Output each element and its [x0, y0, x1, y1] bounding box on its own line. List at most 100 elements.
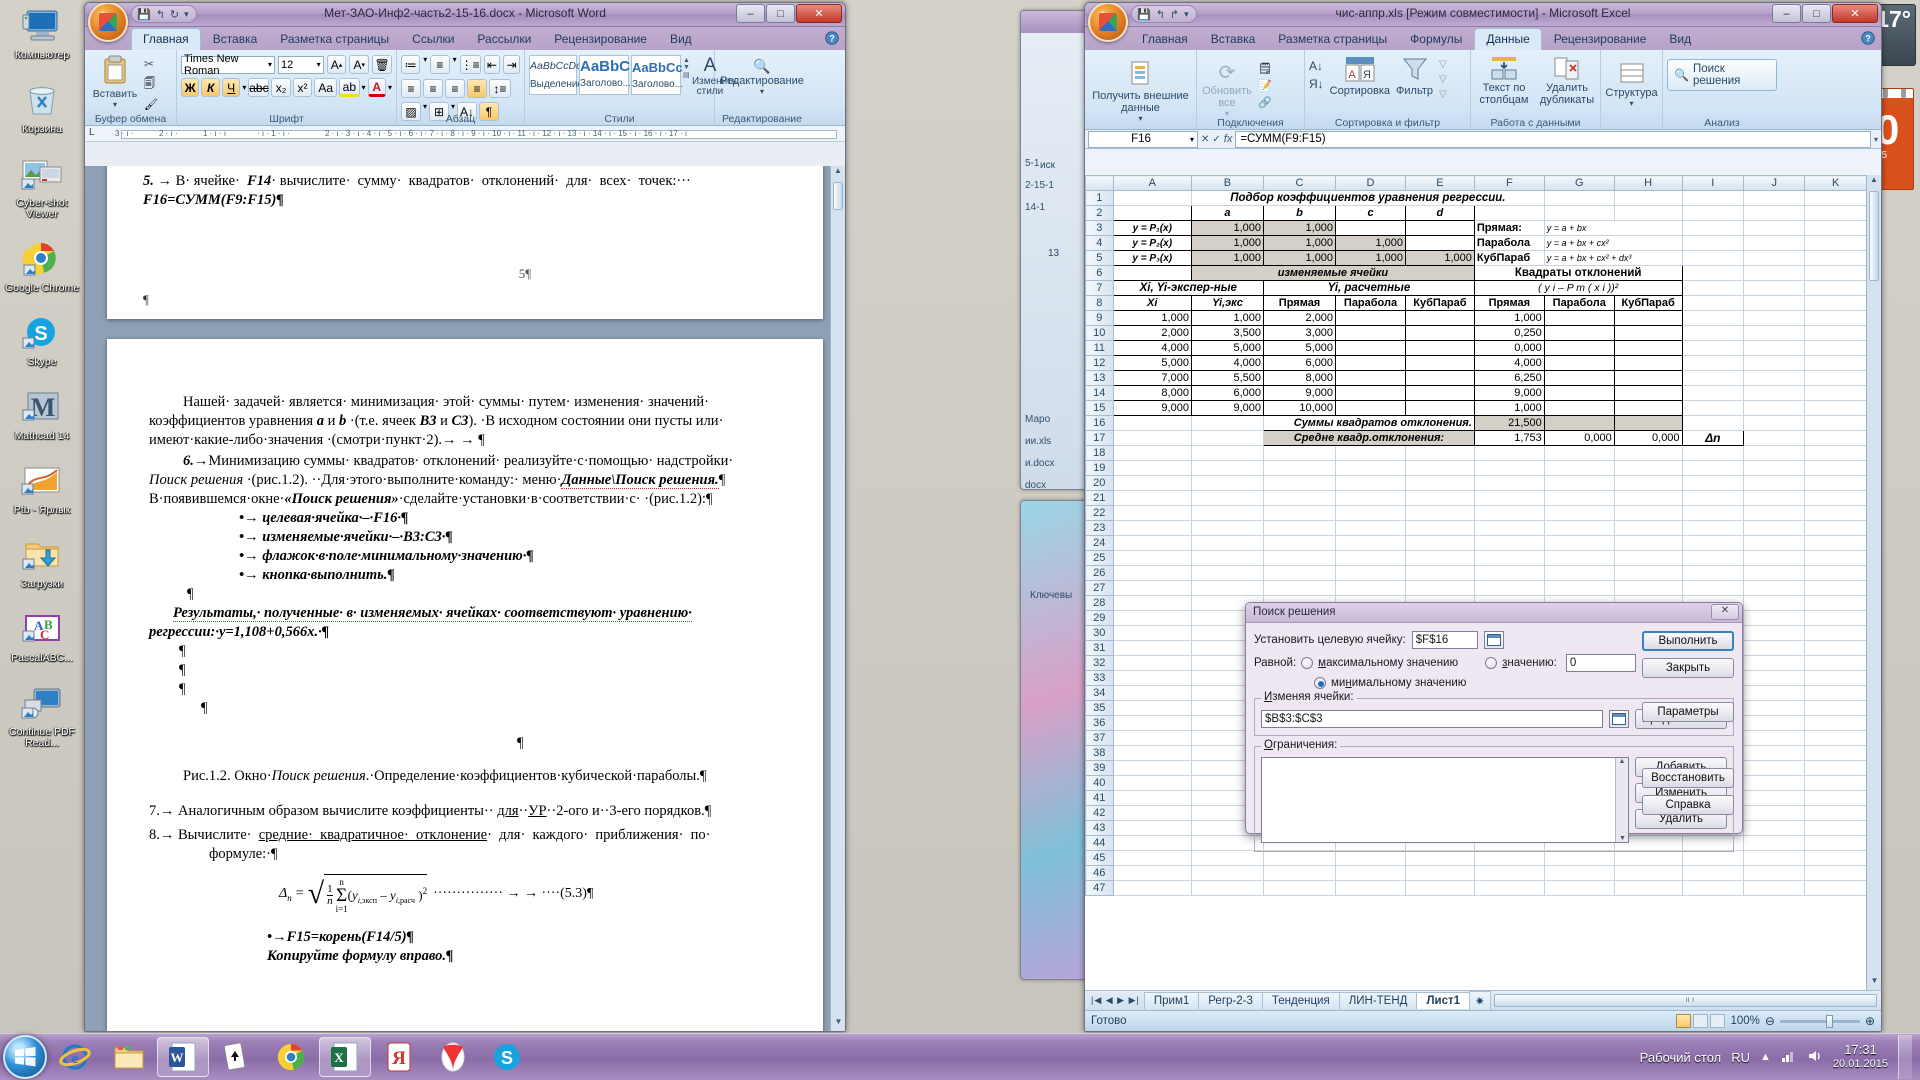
system-tray[interactable]: Рабочий стол RU ▲ 17:31 20.01.2015	[1640, 1035, 1920, 1079]
solver-ribbon-button[interactable]: 🔍 Поиск решения	[1667, 59, 1777, 91]
cell-G15[interactable]	[1543, 400, 1615, 416]
cell-B17[interactable]	[1190, 430, 1265, 446]
cell-empty[interactable]	[1112, 835, 1192, 851]
cell-A1[interactable]	[1112, 190, 1192, 206]
cell-empty[interactable]	[1335, 520, 1406, 536]
cell-empty[interactable]	[1112, 460, 1192, 476]
table-row[interactable]: 15 9,000 9,000 10,000 1,000	[1085, 400, 1867, 416]
cell-K13[interactable]	[1804, 370, 1867, 386]
cell-D9[interactable]	[1335, 310, 1406, 326]
desktop-icon-recycle-bin[interactable]: Корзина	[0, 78, 84, 135]
cell-I9[interactable]	[1681, 310, 1745, 326]
cell-F10[interactable]: 0,250	[1473, 325, 1545, 341]
cell-I13[interactable]	[1681, 370, 1745, 386]
row-header-29[interactable]: 29	[1085, 610, 1114, 626]
cell-empty[interactable]	[1190, 535, 1265, 551]
table-row[interactable]: 17 Средне квадр.отклонения: 1,753 0,000 …	[1085, 430, 1867, 446]
cell-C14[interactable]: 9,000	[1262, 385, 1337, 401]
cell-K9[interactable]	[1804, 310, 1867, 326]
select-all-corner[interactable]	[1085, 175, 1114, 191]
cell-empty[interactable]	[1613, 535, 1683, 551]
cell-F13[interactable]: 6,250	[1473, 370, 1545, 386]
highlight-button[interactable]: ab	[339, 78, 360, 97]
sheet-tab-list1[interactable]: Лист1	[1416, 992, 1471, 1009]
row-header-5[interactable]: 5	[1085, 250, 1114, 266]
row-header-8[interactable]: 8	[1085, 295, 1114, 311]
row-header-45[interactable]: 45	[1085, 850, 1114, 866]
cell-empty[interactable]	[1804, 655, 1867, 671]
cell-B14[interactable]: 6,000	[1190, 385, 1265, 401]
sheet-tab-regr-2-3[interactable]: Регр-2-3	[1198, 992, 1263, 1009]
cell-F14[interactable]: 9,000	[1473, 385, 1545, 401]
cell-empty[interactable]	[1742, 790, 1806, 806]
subscript-button[interactable]: x₂	[271, 78, 291, 97]
reapply-icon[interactable]: ▽	[1439, 74, 1447, 85]
cell-D11[interactable]	[1335, 340, 1406, 356]
cell-empty[interactable]	[1112, 880, 1192, 896]
numbering-button[interactable]: ≡	[430, 55, 450, 74]
radio-value-label[interactable]: значению:	[1502, 657, 1557, 669]
cell-empty[interactable]	[1543, 550, 1615, 566]
table-row[interactable]: 46	[1085, 865, 1867, 881]
cell-I3[interactable]	[1681, 220, 1745, 236]
cell-K17[interactable]	[1804, 430, 1867, 446]
row-header-17[interactable]: 17	[1085, 430, 1114, 446]
chevron-down-icon[interactable]: ▾	[362, 83, 366, 92]
desktop-icon-pascalabc[interactable]: ABC PascalABC...	[0, 607, 84, 664]
cell-empty[interactable]	[1742, 490, 1806, 506]
cell-F2[interactable]	[1473, 205, 1545, 221]
cell-empty[interactable]	[1112, 640, 1192, 656]
cell-H2[interactable]	[1613, 205, 1683, 221]
row-header-26[interactable]: 26	[1085, 565, 1114, 581]
cell-empty[interactable]	[1681, 850, 1745, 866]
cell-D4[interactable]: 1,000	[1335, 235, 1406, 251]
desktop-icon-google-chrome[interactable]: Google Chrome	[0, 237, 84, 294]
font-color-button[interactable]: A	[367, 78, 386, 97]
shrink-font-button[interactable]: A ▾	[349, 55, 370, 74]
cell-E12[interactable]	[1404, 355, 1475, 371]
taskbar-solitaire[interactable]	[211, 1037, 263, 1077]
advanced-filter-icon[interactable]: ▽	[1439, 89, 1447, 100]
word-window-buttons[interactable]: – □ ✕	[736, 4, 842, 23]
cell-empty[interactable]	[1804, 580, 1867, 596]
zoom-slider[interactable]	[1779, 1014, 1860, 1028]
cell-empty[interactable]	[1112, 730, 1192, 746]
cell-G4[interactable]: y = a + bx + cx²	[1543, 235, 1683, 251]
cell-empty[interactable]	[1335, 580, 1406, 596]
excel-formula-bar-row[interactable]: F16 ▾ ✕ ✓ fx =СУММ(F9:F15) ▾	[1085, 130, 1881, 149]
desktop-icon-ptb-shortcut[interactable]: Ptb - Ярлык	[0, 459, 84, 516]
maximize-button[interactable]: □	[766, 4, 795, 23]
font-size-combo[interactable]: 12 ▾	[278, 55, 324, 74]
table-row[interactable]: 20	[1085, 475, 1867, 491]
cell-G16[interactable]	[1543, 415, 1615, 431]
cell-empty[interactable]	[1473, 565, 1545, 581]
cell-empty[interactable]	[1262, 880, 1337, 896]
maximize-button[interactable]: □	[1802, 4, 1831, 23]
tab-formuly[interactable]: Формулы	[1399, 29, 1473, 50]
cell-empty[interactable]	[1742, 460, 1806, 476]
tab-rassylki[interactable]: Рассылки	[466, 29, 542, 50]
close-icon[interactable]: ✕	[1711, 604, 1739, 620]
horizontal-scrollbar[interactable]: ıı ı	[1493, 994, 1877, 1007]
cell-K6[interactable]	[1804, 265, 1867, 281]
cell-empty[interactable]	[1742, 685, 1806, 701]
taskbar-chrome[interactable]	[265, 1037, 317, 1077]
table-row[interactable]: 23	[1085, 520, 1867, 536]
cell-empty[interactable]	[1404, 445, 1475, 461]
cell-title[interactable]: Подбор коэффициентов уравнения регрессии…	[1190, 190, 1545, 206]
cell-K3[interactable]	[1804, 220, 1867, 236]
cell-empty[interactable]	[1335, 445, 1406, 461]
constraints-scrollbar[interactable]: ▲ ▼	[1615, 758, 1628, 842]
cell-empty[interactable]	[1404, 565, 1475, 581]
cell-H11[interactable]	[1613, 340, 1683, 356]
align-left-button[interactable]: ≡	[401, 79, 421, 98]
cell-D15[interactable]	[1335, 400, 1406, 416]
style-preset-1[interactable]: AaBbCcDd Выделение	[529, 55, 583, 95]
cell-H10[interactable]	[1613, 325, 1683, 341]
excel-titlebar[interactable]: 💾 ↰ ↱ ▾ чис-аппр.xls [Режим совместимост…	[1085, 3, 1881, 42]
cell-empty[interactable]	[1473, 475, 1545, 491]
cell-empty[interactable]	[1112, 655, 1192, 671]
word-titlebar[interactable]: 💾 ↰ ↻ ▾ Мет-ЗАО-Инф2-часть2-15-16.docx -…	[85, 3, 845, 42]
row-header-24[interactable]: 24	[1085, 535, 1114, 551]
cell-J8[interactable]	[1742, 295, 1806, 311]
